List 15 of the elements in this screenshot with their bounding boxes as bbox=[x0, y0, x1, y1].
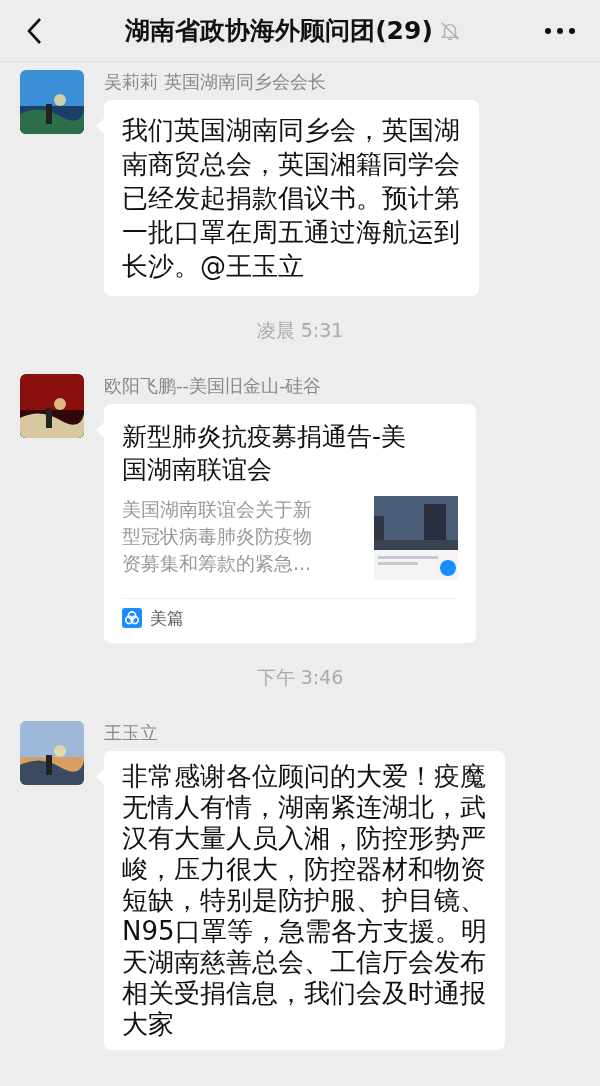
timestamp: 凌晨 5:31 bbox=[256, 318, 344, 343]
message-bubble: 我们英国湖南同乡会，英国湖南商贸总会，英国湘籍同学会已经发起捐款倡议书。预计第一批口罩在周五通过海航运到长沙。@王玉立 bbox=[104, 100, 480, 296]
app-logo-icon bbox=[122, 608, 142, 628]
source-name: 美篇 bbox=[150, 606, 184, 630]
article-title: 新型肺炎抗疫募捐通告-美国湖南联谊会 bbox=[122, 421, 408, 486]
link-card[interactable]: 新型肺炎抗疫募捐通告-美国湖南联谊会 美国湖南联谊会关于新型冠状病毒肺炎防疫物资募集和筹款的紧急... 美篇 bbox=[104, 404, 476, 643]
article-description: 美国湖南联谊会关于新型冠状病毒肺炎防疫物资募集和筹款的紧急... bbox=[122, 497, 313, 576]
chat-title: 湖南省政协海外顾问团(29) bbox=[125, 15, 433, 47]
timestamp: 下午 3:46 bbox=[256, 665, 344, 690]
sender-name: 王玉立 bbox=[104, 721, 158, 745]
sender-name: 吴莉莉 英国湖南同乡会会长 bbox=[104, 70, 326, 94]
message-bubble: 非常感谢各位顾问的大爱！疫魔无情人有情，湖南紧连湖北，武汉有大量人员入湘，防控形势严峻，压力很大，防控器材和物资短缺，特别是防护服、护目镜、N95口罩等，急需各方支援。明天湖南慈善总会、工信厅会发布相关受捐信息，我们会及时通报大家 bbox=[104, 751, 506, 1050]
more-icon[interactable] bbox=[544, 26, 576, 35]
back-icon[interactable] bbox=[26, 16, 42, 45]
sender-name: 欧阳飞鹏--美国旧金山-硅谷 bbox=[104, 374, 322, 398]
